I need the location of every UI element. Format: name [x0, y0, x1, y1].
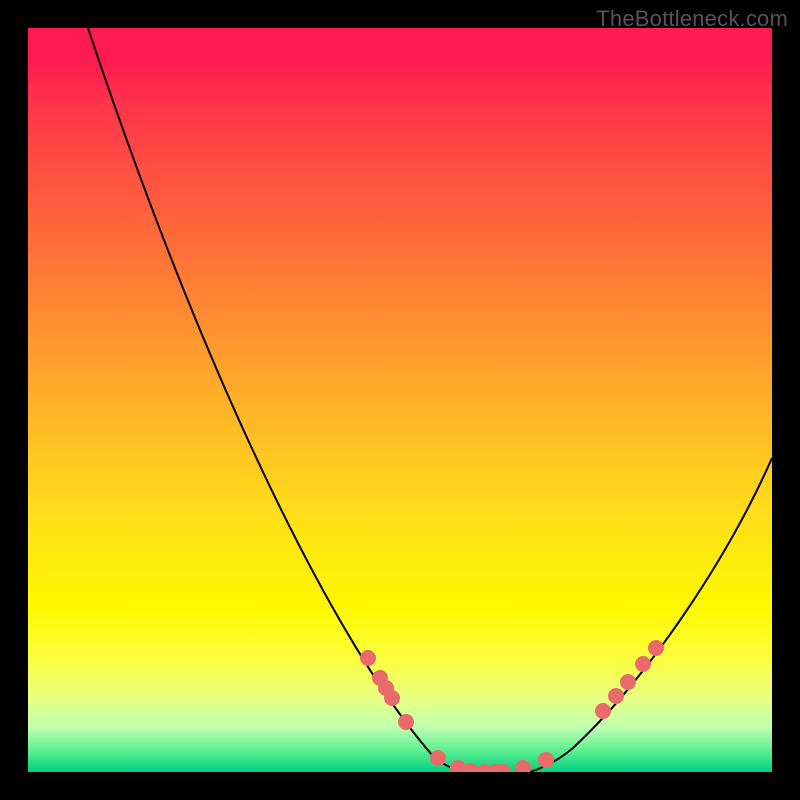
data-dot — [538, 752, 554, 768]
dots-group — [360, 640, 664, 772]
data-dot — [515, 760, 531, 772]
data-dot — [608, 688, 624, 704]
data-dot — [384, 690, 400, 706]
plot-area — [28, 28, 772, 772]
data-dot — [620, 674, 636, 690]
data-dot — [635, 656, 651, 672]
watermark-text: TheBottleneck.com — [596, 6, 788, 32]
chart-frame: TheBottleneck.com — [0, 0, 800, 800]
data-dot — [430, 750, 446, 766]
data-dot — [463, 763, 479, 772]
data-dot — [595, 703, 611, 719]
data-dot — [360, 650, 376, 666]
data-dot — [398, 714, 414, 730]
bottleneck-curve — [88, 28, 772, 772]
curve-layer — [28, 28, 772, 772]
data-dot — [648, 640, 664, 656]
